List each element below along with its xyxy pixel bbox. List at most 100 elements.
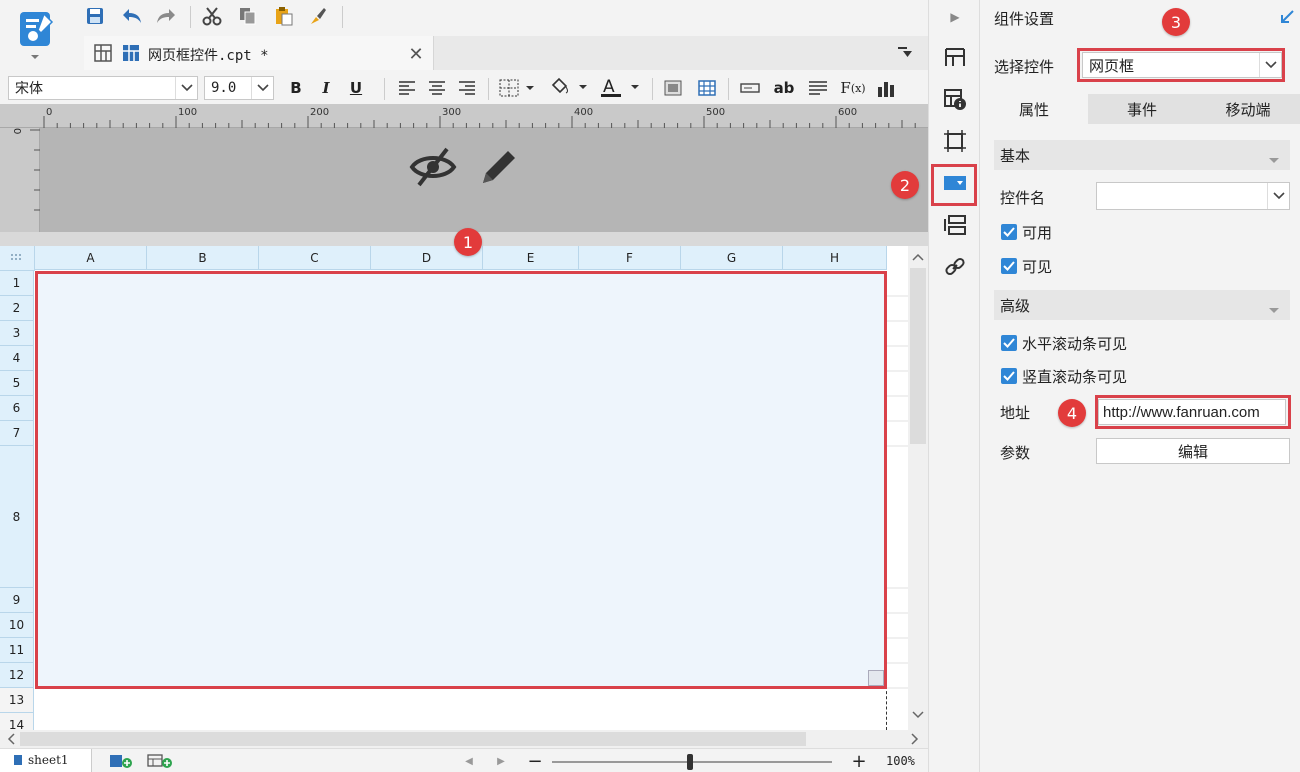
undo-icon[interactable] xyxy=(120,5,144,27)
row-header-14[interactable]: 14 xyxy=(0,713,34,730)
insert-text-icon[interactable] xyxy=(738,78,762,98)
close-icon[interactable]: ✕ xyxy=(406,44,426,65)
zoom-in-icon[interactable]: + xyxy=(850,751,868,772)
ruler-tick-label: 400 xyxy=(574,107,593,118)
row-header-6[interactable]: 6 xyxy=(0,396,34,421)
frame-icon[interactable] xyxy=(942,128,968,154)
formula-icon[interactable]: F (x) xyxy=(838,78,868,98)
horizontal-scrollbar[interactable] xyxy=(0,730,928,748)
section-basic[interactable]: 基本 xyxy=(994,140,1290,170)
tab-document[interactable]: 网页框控件.cpt * ✕ xyxy=(84,36,434,70)
column-header-b[interactable]: B xyxy=(147,246,259,270)
zoom-out-icon[interactable]: − xyxy=(526,751,544,772)
hscroll-visible-label: 水平滚动条可见 xyxy=(1022,335,1128,353)
hscroll-visible-checkbox[interactable] xyxy=(1001,335,1017,351)
scroll-down-icon[interactable] xyxy=(910,708,926,722)
italic-icon[interactable]: I xyxy=(316,78,336,98)
dock-arrow-icon[interactable] xyxy=(1278,8,1296,26)
add-report-sheet-icon[interactable] xyxy=(108,752,136,770)
row-header-1[interactable]: 1 xyxy=(0,271,34,296)
bold-icon[interactable]: B xyxy=(286,78,306,98)
cut-icon[interactable] xyxy=(200,5,224,27)
sheet-prev-icon[interactable]: ◀ xyxy=(462,754,476,768)
fill-color-icon[interactable] xyxy=(548,76,590,98)
wrap-text-icon[interactable] xyxy=(806,78,830,98)
row-header-10[interactable]: 10 xyxy=(0,613,34,638)
report-header-area[interactable] xyxy=(0,128,928,232)
select-all-icon[interactable] xyxy=(0,246,35,271)
column-header-c[interactable]: C xyxy=(259,246,371,270)
tab-menu-icon[interactable] xyxy=(894,42,916,62)
widget-name-input[interactable] xyxy=(1096,182,1290,210)
row-header-11[interactable]: 11 xyxy=(0,638,34,663)
widget-resize-handle[interactable] xyxy=(868,670,884,686)
text-style-icon[interactable]: ab xyxy=(770,78,798,98)
vertical-scrollbar[interactable] xyxy=(908,246,928,730)
edit-params-button[interactable]: 编辑 xyxy=(1096,438,1290,464)
column-header-f[interactable]: F xyxy=(579,246,681,270)
split-cells-icon[interactable] xyxy=(696,78,718,98)
pencil-icon[interactable] xyxy=(476,144,522,190)
font-size-select[interactable]: 9.0 xyxy=(204,76,274,100)
font-family-select[interactable]: 宋体 xyxy=(8,76,198,100)
layout-icon[interactable] xyxy=(942,44,968,70)
chart-icon[interactable] xyxy=(874,78,898,98)
row-header-13[interactable]: 13 xyxy=(0,688,34,713)
scroll-up-icon[interactable] xyxy=(910,250,926,264)
collapse-arrow-icon[interactable]: ▶ xyxy=(947,8,963,26)
zoom-slider-thumb[interactable] xyxy=(687,754,693,770)
underline-icon[interactable]: U xyxy=(346,78,366,98)
add-dashboard-sheet-icon[interactable] xyxy=(146,752,176,770)
enabled-label: 可用 xyxy=(1022,224,1053,242)
address-label: 地址 xyxy=(1000,404,1031,422)
scroll-thumb[interactable] xyxy=(910,268,926,444)
scroll-left-icon[interactable] xyxy=(4,732,18,746)
align-center-icon[interactable] xyxy=(426,78,448,98)
toolbar-divider xyxy=(488,78,489,100)
section-advanced[interactable]: 高级 xyxy=(994,290,1290,320)
align-right-icon[interactable] xyxy=(456,78,478,98)
row-header-12[interactable]: 12 xyxy=(0,663,34,688)
tab-properties[interactable]: 属性 xyxy=(980,94,1088,124)
save-icon[interactable] xyxy=(84,5,106,27)
merge-cells-icon[interactable] xyxy=(662,78,684,98)
row-header-5[interactable]: 5 xyxy=(0,371,34,396)
link-icon[interactable] xyxy=(942,254,968,280)
property-icon-strip: ▶ xyxy=(928,0,980,772)
tab-events[interactable]: 事件 xyxy=(1088,94,1196,124)
row-header-9[interactable]: 9 xyxy=(0,588,34,613)
row-header-4[interactable]: 4 xyxy=(0,346,34,371)
cell-info-icon[interactable] xyxy=(942,86,968,112)
column-header-g[interactable]: G xyxy=(681,246,783,270)
status-bar: sheet1 ◀ ▶ − + 100% xyxy=(0,748,928,772)
webframe-widget[interactable] xyxy=(35,271,887,689)
sheet-next-icon[interactable]: ▶ xyxy=(494,754,508,768)
tab-sheet1[interactable]: sheet1 xyxy=(0,749,92,772)
row-header-8[interactable]: 8 xyxy=(0,446,34,588)
column-header-e[interactable]: E xyxy=(483,246,579,270)
ruler-tick-label: 0 xyxy=(46,107,52,118)
scroll-thumb[interactable] xyxy=(20,732,806,746)
font-size-value: 9.0 xyxy=(211,80,237,96)
column-header-a[interactable]: A xyxy=(35,246,147,270)
align-left-icon[interactable] xyxy=(396,78,418,98)
tab-mobile[interactable]: 移动端 xyxy=(1196,94,1300,124)
copy-icon[interactable] xyxy=(236,5,260,27)
enabled-checkbox[interactable] xyxy=(1001,224,1017,240)
column-header-h[interactable]: H xyxy=(783,246,887,270)
scroll-right-icon[interactable] xyxy=(908,732,922,746)
font-color-icon[interactable]: A xyxy=(598,74,642,100)
app-logo[interactable] xyxy=(14,6,60,64)
paste-icon[interactable] xyxy=(272,5,296,27)
row-header-3[interactable]: 3 xyxy=(0,321,34,346)
redo-icon[interactable] xyxy=(154,5,178,27)
row-header-7[interactable]: 7 xyxy=(0,421,34,446)
form-icon[interactable] xyxy=(942,212,968,238)
toolbar-divider xyxy=(342,6,343,28)
border-icon[interactable] xyxy=(498,78,538,98)
format-painter-icon[interactable] xyxy=(306,5,330,27)
vscroll-visible-checkbox[interactable] xyxy=(1001,368,1017,384)
visible-checkbox[interactable] xyxy=(1001,258,1017,274)
eye-hidden-icon[interactable] xyxy=(408,144,458,190)
row-header-2[interactable]: 2 xyxy=(0,296,34,321)
